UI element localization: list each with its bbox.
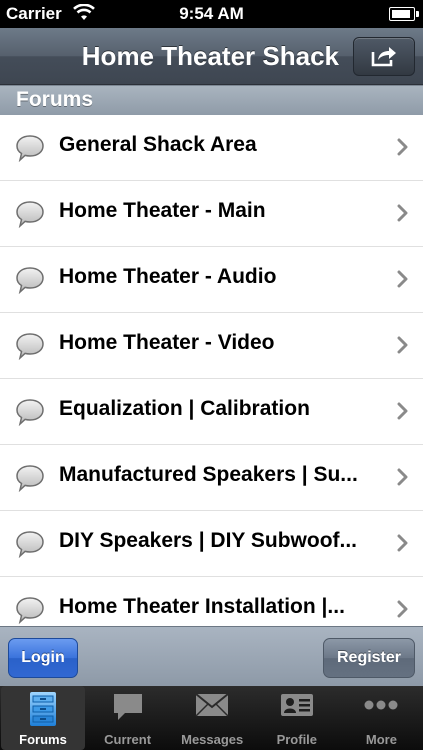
forum-title: Equalization | Calibration (59, 397, 310, 420)
status-time: 9:54 AM (179, 4, 244, 23)
forum-row[interactable]: Equalization | Calibration (0, 379, 423, 445)
chevron-right-icon (397, 468, 408, 486)
register-button[interactable]: Register (323, 638, 415, 678)
tab-label: Current (104, 732, 152, 747)
status-bar: Carrier 9:54 AM (0, 0, 423, 28)
forum-row[interactable]: Manufactured Speakers | Su... (0, 445, 423, 511)
speech-bubble-icon (16, 135, 44, 162)
speech-bubble-icon (16, 399, 44, 426)
tab-forums[interactable]: Forums (1, 686, 85, 750)
speech-bubble-icon (86, 691, 170, 727)
id-card-icon (255, 691, 339, 727)
forum-row[interactable]: Home Theater Installation |... (0, 577, 423, 625)
tab-messages[interactable]: Messages (170, 686, 254, 750)
tab-current[interactable]: Current (86, 686, 170, 750)
chevron-right-icon (397, 534, 408, 552)
more-dots-icon (339, 691, 423, 727)
forum-title: Home Theater - Main (59, 199, 266, 222)
cabinet-icon (1, 691, 85, 727)
forum-row[interactable]: General Shack Area (0, 115, 423, 181)
section-title: Forums (16, 88, 94, 111)
chevron-right-icon (397, 336, 408, 354)
tab-bar: Forums Current Messages Profile More (0, 686, 423, 750)
tab-more[interactable]: More (339, 686, 423, 750)
forum-row[interactable]: DIY Speakers | DIY Subwoof... (0, 511, 423, 577)
section-header: Forums (0, 85, 423, 116)
tab-label: More (365, 732, 397, 747)
tab-label: Forums (19, 732, 67, 747)
forum-row[interactable]: Home Theater - Main (0, 181, 423, 247)
forum-title: Home Theater Installation |... (59, 595, 345, 618)
forum-title: General Shack Area (59, 133, 257, 156)
battery-level (392, 10, 410, 18)
share-button[interactable] (353, 37, 415, 76)
tab-label: Profile (276, 732, 318, 747)
speech-bubble-icon (16, 201, 44, 228)
speech-bubble-icon (16, 465, 44, 492)
forum-title: Home Theater - Audio (59, 265, 277, 288)
share-icon (371, 47, 396, 67)
login-button[interactable]: Login (8, 638, 78, 678)
chevron-right-icon (397, 270, 408, 288)
speech-bubble-icon (16, 267, 44, 294)
tab-profile[interactable]: Profile (255, 686, 339, 750)
forum-row[interactable]: Home Theater - Audio (0, 247, 423, 313)
forum-list: General Shack Area Home Theater - Main Hom… (0, 115, 423, 625)
battery-icon (389, 7, 419, 21)
chevron-right-icon (397, 204, 408, 222)
forum-title: DIY Speakers | DIY Subwoof... (59, 529, 358, 552)
speech-bubble-icon (16, 597, 44, 624)
speech-bubble-icon (16, 531, 44, 558)
envelope-icon (170, 691, 254, 727)
auth-toolbar: Login Register (0, 626, 423, 687)
forum-row[interactable]: Home Theater - Video (0, 313, 423, 379)
forum-title: Home Theater - Video (59, 331, 275, 354)
forum-title: Manufactured Speakers | Su... (59, 463, 358, 486)
tab-label: Messages (181, 732, 244, 747)
chevron-right-icon (397, 138, 408, 156)
chevron-right-icon (397, 600, 408, 618)
navigation-bar: Home Theater Shack (0, 28, 423, 85)
speech-bubble-icon (16, 333, 44, 360)
chevron-right-icon (397, 402, 408, 420)
page-title: Home Theater Shack (81, 41, 339, 71)
